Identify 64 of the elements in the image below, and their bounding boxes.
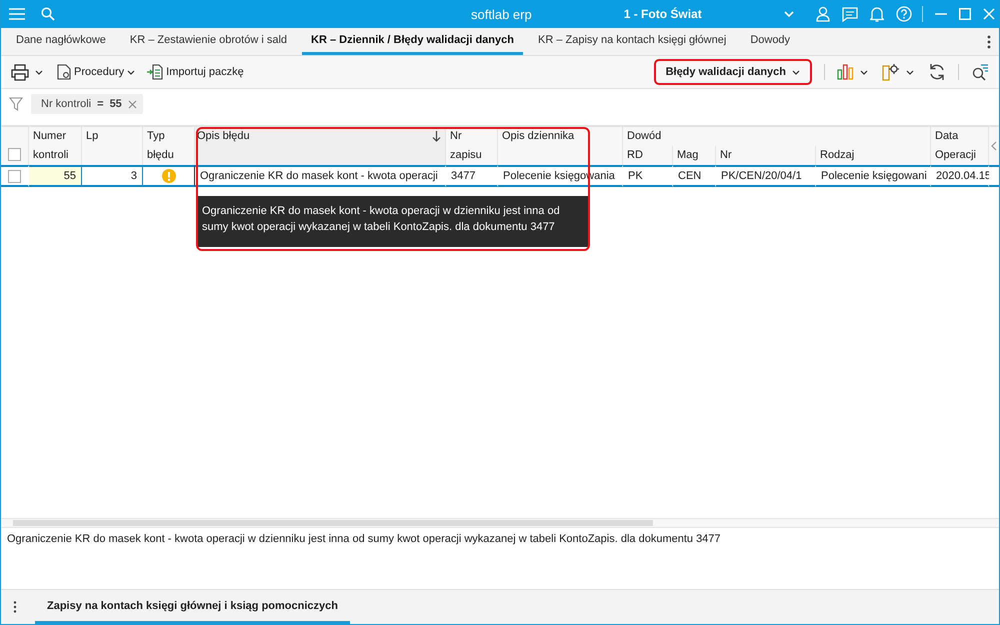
table-cell: CEN [673,165,716,187]
table-cell: PK [623,165,673,187]
filter-value: 55 [110,98,122,110]
filter-field: Nr kontroli [41,98,92,110]
table-cell: 3 [82,165,143,187]
checkbox[interactable] [8,148,21,161]
column-header[interactable]: Opis dziennika [498,127,623,165]
column-group-header: Dowód [623,127,931,146]
more-icon[interactable] [987,34,991,48]
minimize-icon[interactable] [934,13,947,15]
caret-icon [792,70,800,74]
tab[interactable]: Dowody [741,28,800,55]
printer-icon[interactable] [11,64,29,80]
filter-icon[interactable] [9,97,23,111]
chevron-left-icon[interactable] [991,141,997,151]
settings-icon[interactable] [882,63,900,81]
table-cell: 55 [29,165,82,187]
filter-operator: = [97,98,104,110]
column-header[interactable]: Typ błędu [143,127,195,165]
filter-chip[interactable]: Nr kontroli = 55 [31,94,143,114]
tab[interactable]: Dane nagłówkowe [7,28,115,55]
maximize-icon[interactable] [958,8,971,20]
caret-icon[interactable] [35,70,43,74]
caret-icon [127,70,136,74]
table-cell: Polecenie księgowani [816,165,931,187]
column-header[interactable]: Opis błędu [195,127,446,165]
search-icon[interactable] [971,63,989,81]
document-gear-icon [57,64,71,80]
tab[interactable]: KR – Zestawienie obrotów i sald [120,28,296,55]
column-header[interactable]: Rodzaj [816,146,931,165]
table-cell: 3477 [446,165,498,187]
column-header[interactable]: Nr [716,146,816,165]
table-cell: Ograniczenie KR do masek kont - kwota operacji [195,165,446,187]
tooltip: Ograniczenie KR do masek kont - kwota operacji w dzienniku jest inna od sumy kwot operacji wykazanej w tabeli KontoZapis. dla dokumentu 3477 [197,196,589,247]
error-description: Ograniczenie KR do masek kont - kwota operacji w dzienniku jest inna od sumy kwot operacji wykazanej w tabeli KontoZapis. dla dokumentu 3477 [7,533,721,545]
column-header[interactable]: Data Operacji [931,127,989,165]
column-header[interactable]: RD [623,146,673,165]
menu-icon[interactable] [9,8,25,20]
help-icon[interactable] [896,6,912,22]
procedures-button[interactable]: Procedury [57,64,136,80]
checkbox[interactable] [8,170,21,182]
import-button[interactable]: Importuj paczkę [147,64,244,80]
import-icon [147,64,164,80]
app-title: softlab erp [471,6,532,22]
bar-chart-icon[interactable] [837,64,854,80]
user-icon[interactable] [816,6,830,22]
column-header[interactable]: Nr zapisu [446,127,498,165]
table-cell: PK/CEN/20/04/1 [716,165,816,187]
more-icon[interactable] [13,601,17,613]
close-icon[interactable] [128,100,137,108]
horizontal-scrollbar[interactable] [1,518,999,528]
table-cell: 2020.04.15 [931,165,989,187]
column-header[interactable]: Lp [82,127,143,165]
column-header[interactable]: Numer kontroli [29,127,82,165]
bell-icon[interactable] [870,6,884,22]
column-header[interactable]: Mag [673,146,716,165]
caret-icon[interactable] [860,70,868,74]
sort-down-icon [432,131,441,142]
refresh-icon[interactable] [928,63,946,81]
view-dropdown[interactable]: Błędy walidacji danych [666,66,800,78]
chevron-down-icon[interactable] [784,10,794,18]
caret-icon[interactable] [906,70,914,74]
tab[interactable]: KR – Zapisy na kontach księgi głównej [528,28,736,55]
chat-icon[interactable] [842,6,858,22]
